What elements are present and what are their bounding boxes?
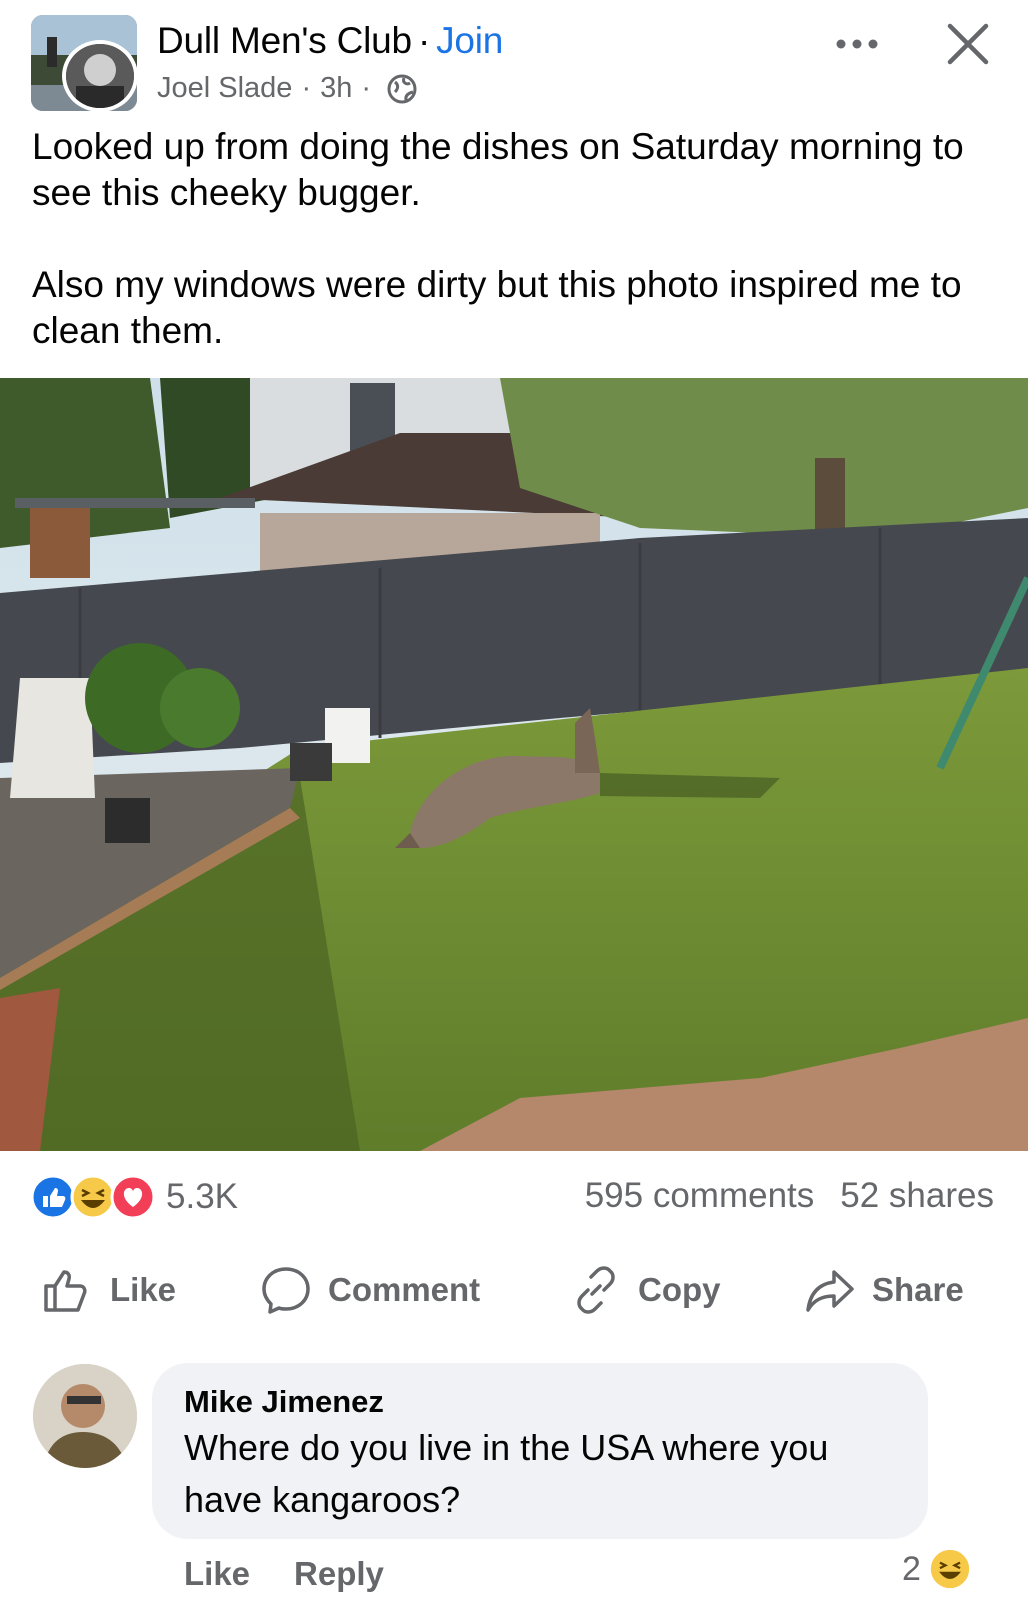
comment-icon (262, 1267, 310, 1314)
more-icon[interactable] (834, 32, 880, 56)
like-label: Like (110, 1271, 177, 1308)
share-label: Share (872, 1271, 964, 1308)
link-icon (577, 1266, 615, 1314)
post-photo[interactable] (0, 378, 1028, 1151)
author-name-link[interactable]: Joel Slade (157, 72, 292, 105)
comment-reply-button[interactable]: Reply (294, 1555, 384, 1592)
engagement-counts: 595 comments 52 shares (585, 1176, 994, 1216)
comment-reactions[interactable]: 2 (902, 1548, 971, 1590)
reaction-summary[interactable]: 5.3K (30, 1172, 238, 1222)
comment-reaction-count: 2 (902, 1549, 921, 1588)
haha-icon (930, 1549, 970, 1589)
meta-separator-2: · (361, 72, 372, 104)
post-paragraph-1: Looked up from doing the dishes on Satur… (32, 126, 964, 213)
globe-icon (387, 74, 417, 103)
join-button[interactable]: Join (436, 20, 503, 61)
post-meta: Joel Slade · 3h · (157, 72, 418, 105)
reaction-icons (30, 1174, 160, 1220)
group-name-link[interactable]: Dull Men's Club (157, 20, 412, 61)
share-icon (806, 1270, 854, 1312)
thumbs-up-icon (44, 1270, 87, 1312)
title-separator: · (417, 20, 431, 61)
post-body: Looked up from doing the dishes on Satur… (32, 124, 992, 400)
like-button[interactable]: Like (42, 1255, 176, 1325)
comment-like-button[interactable]: Like (184, 1555, 250, 1592)
close-icon[interactable] (946, 22, 990, 66)
commenter-name[interactable]: Mike Jimenez (184, 1384, 384, 1420)
post-paragraph-2: Also my windows were dirty but this phot… (32, 264, 962, 351)
post-time[interactable]: 3h (320, 72, 352, 105)
post-header: Dull Men's Club · Join Joel Slade · 3h · (0, 0, 1028, 120)
copy-label: Copy (638, 1271, 721, 1308)
author-avatar[interactable] (62, 40, 138, 112)
copy-button[interactable]: Copy (570, 1255, 721, 1325)
reaction-count[interactable]: 5.3K (166, 1177, 238, 1217)
action-bar: Like Comment Copy Share (0, 1255, 1028, 1325)
comments-count[interactable]: 595 comments (585, 1176, 815, 1215)
shares-count[interactable]: 52 shares (840, 1176, 994, 1215)
comment-text: Where do you live in the USA where you h… (184, 1427, 829, 1520)
share-button[interactable]: Share (804, 1255, 964, 1325)
post-title-line: Dull Men's Club · Join (157, 20, 503, 62)
love-icon (110, 1174, 156, 1220)
comment-label: Comment (328, 1271, 481, 1308)
commenter-avatar[interactable] (33, 1364, 137, 1468)
comment-button[interactable]: Comment (260, 1255, 480, 1325)
comment-actions: Like Reply (184, 1555, 384, 1593)
meta-separator: · (301, 72, 312, 104)
